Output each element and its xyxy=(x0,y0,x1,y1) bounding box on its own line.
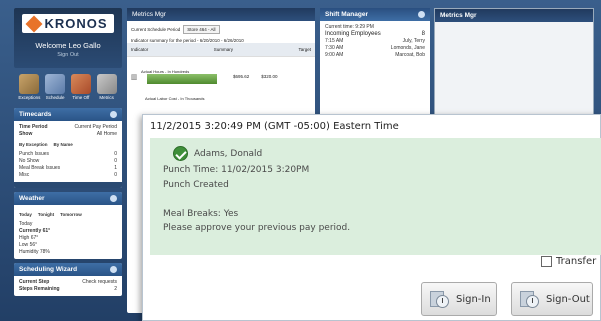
tab-today[interactable]: Today xyxy=(19,211,32,218)
list-item: 7:15 AM July, Terry xyxy=(325,38,425,44)
right-panel: Metrics Mgr xyxy=(434,8,594,116)
tile-label: Metrics xyxy=(99,95,114,100)
punch-time: Punch Time: 11/02/2015 3:20PM xyxy=(163,165,310,175)
logo-text: KRONOS xyxy=(44,16,108,31)
chart-icon: ▥ xyxy=(130,73,138,81)
field-label: Show xyxy=(19,131,33,137)
transfer-checkbox[interactable] xyxy=(541,256,552,267)
tile-label: Exceptions xyxy=(18,95,41,100)
tab-by-exception[interactable]: By Exception xyxy=(19,141,48,148)
resize-grip[interactable] xyxy=(14,182,122,188)
weather-current: Currently 61° xyxy=(19,228,51,234)
exceptions-icon xyxy=(19,74,40,94)
tile-label: Schedule xyxy=(45,95,65,100)
sign-in-label: Sign-In xyxy=(456,293,491,305)
period-select[interactable]: Current Schedule Period xyxy=(131,27,180,32)
kronos-logo-icon xyxy=(25,15,43,32)
meal-breaks: Meal Breaks: Yes xyxy=(163,209,239,219)
employee-name: Adams, Donald xyxy=(194,149,263,159)
tab-tomorrow[interactable]: Tomorrow xyxy=(60,211,82,218)
column-header: Target xyxy=(298,47,311,52)
scheduling-wizard-panel: Scheduling Wizard Current Step Check requ… xyxy=(14,263,122,296)
weather-day: Today xyxy=(19,221,33,227)
shift-manager-panel: Shift Manager Current time: 9:29 PM Inco… xyxy=(320,8,430,116)
list-item: No Show 0 xyxy=(19,158,117,164)
panel-title: Timecards xyxy=(19,111,52,118)
punch-status: Punch Created xyxy=(163,180,229,190)
store-select[interactable]: Store 464 - All xyxy=(183,25,220,34)
gear-icon[interactable] xyxy=(110,111,117,118)
panel-title: Metrics Mgr xyxy=(132,11,166,18)
punch-message-box: Adams, Donald Punch Time: 11/02/2015 3:2… xyxy=(150,138,601,255)
punch-confirmation-dialog: 11/2/2015 3:20:49 PM (GMT -05:00) Easter… xyxy=(142,114,601,321)
quick-tiles: Exceptions Schedule Time Off Metrics xyxy=(14,68,122,108)
logo-box: KRONOS Welcome Leo Gallo Sign Out xyxy=(14,8,122,68)
gear-icon[interactable] xyxy=(110,195,117,202)
sign-in-button[interactable]: Sign-In xyxy=(421,282,497,316)
weather-panel: Weather Today Tonight Tomorrow Today Curre… xyxy=(14,192,122,259)
tab-by-name[interactable]: By Name xyxy=(54,141,73,148)
left-column: KRONOS Welcome Leo Gallo Sign Out Except… xyxy=(14,8,122,316)
time-period-select[interactable]: Current Pay Period xyxy=(74,124,117,131)
gear-icon[interactable] xyxy=(418,11,425,18)
transfer-label: Transfer xyxy=(556,256,597,267)
welcome-text: Welcome Leo Gallo xyxy=(35,41,101,50)
tab-tonight[interactable]: Tonight xyxy=(38,211,54,218)
list-item: 9:00 AM Marcoat, Bob xyxy=(325,52,425,58)
column-header: Summary xyxy=(213,47,233,52)
tile-schedule[interactable]: Schedule xyxy=(44,74,67,102)
sign-out-button[interactable]: Sign-Out xyxy=(511,282,593,316)
panel-title: Metrics Mgr xyxy=(440,12,477,19)
dialog-timestamp: 11/2/2015 3:20:49 PM (GMT -05:00) Easter… xyxy=(150,121,399,132)
metric-name: Actual Labor Cost - In Thousands xyxy=(145,96,205,101)
panel-title: Scheduling Wizard xyxy=(19,266,78,273)
timecards-panel: Timecards Time Period Current Pay Period … xyxy=(14,108,122,188)
gear-icon[interactable] xyxy=(110,266,117,273)
column-header: Indicator xyxy=(131,47,149,52)
tile-exceptions[interactable]: Exceptions xyxy=(18,74,41,102)
panel-title: Shift Manager xyxy=(325,11,368,18)
tile-label: Time Off xyxy=(72,95,90,100)
field-label: Time Period xyxy=(19,124,48,130)
time-off-icon xyxy=(70,74,91,94)
list-item: 7:30 AM Lomonds, Jane xyxy=(325,45,425,51)
kronos-logo: KRONOS xyxy=(22,14,114,33)
timeclock-icon xyxy=(430,289,450,309)
list-item: Punch Issues 0 xyxy=(19,151,117,157)
transfer-toggle[interactable]: Transfer xyxy=(541,256,596,267)
timeclock-icon xyxy=(520,289,540,309)
approve-message: Please approve your previous pay period. xyxy=(163,223,351,233)
show-select[interactable]: All Home xyxy=(97,131,117,138)
tile-time-off[interactable]: Time Off xyxy=(70,74,93,102)
sign-out-label: Sign-Out xyxy=(546,293,590,305)
table-row: ▥ Actual Hours - In Hundreds $695.62 $32… xyxy=(127,56,315,96)
schedule-icon xyxy=(45,74,66,94)
tile-metrics[interactable]: Metrics xyxy=(95,74,118,102)
metrics-icon xyxy=(96,74,117,94)
sign-out-link[interactable]: Sign Out xyxy=(14,52,122,58)
list-item: Misc 0 xyxy=(19,172,117,178)
checkmark-icon xyxy=(173,146,188,161)
panel-title: Weather xyxy=(19,195,45,202)
list-item: Meal Break Issues 1 xyxy=(19,165,117,171)
metric-bar xyxy=(147,74,217,84)
